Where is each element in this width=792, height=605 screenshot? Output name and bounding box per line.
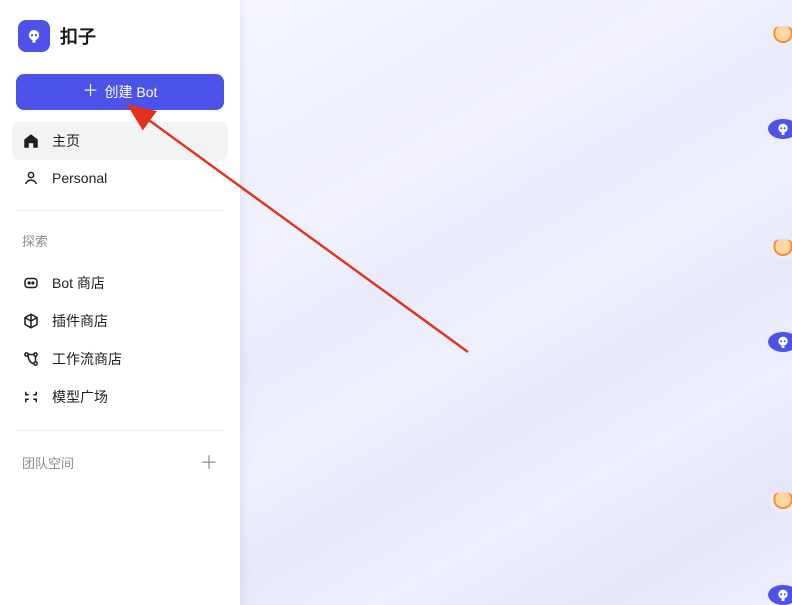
brand-name: 扣子: [60, 23, 96, 49]
nav-primary: 主页 Personal: [12, 122, 228, 196]
plus-icon: ＋: [200, 449, 218, 475]
nav-model-playground-label: 模型广场: [52, 387, 108, 407]
nav-personal[interactable]: Personal: [12, 160, 228, 196]
team-add-button[interactable]: ＋: [198, 451, 220, 473]
avatar-coze[interactable]: [768, 585, 792, 605]
divider: [16, 210, 224, 211]
user-icon: [22, 169, 40, 187]
nav-personal-label: Personal: [52, 170, 107, 186]
avatar-balloon[interactable]: [768, 239, 792, 260]
main-area: [240, 0, 792, 605]
plus-icon: ＋: [83, 84, 99, 100]
nav-bot-store-label: Bot 商店: [52, 273, 105, 293]
sidebar: 扣子 ＋ 创建 Bot 主页 Personal 探索 Bot 商店: [0, 0, 240, 605]
team-space-label: 团队空间: [22, 453, 74, 472]
nav-workflow-store[interactable]: 工作流商店: [12, 340, 228, 378]
avatar-balloon[interactable]: [768, 492, 792, 513]
model-playground-icon: [22, 388, 40, 406]
nav-plugin-store-label: 插件商店: [52, 311, 108, 331]
avatar-rail: [756, 0, 792, 605]
team-space-row: 团队空间 ＋: [12, 445, 228, 479]
divider: [16, 430, 224, 431]
nav-bot-store[interactable]: Bot 商店: [12, 264, 228, 302]
nav-model-playground[interactable]: 模型广场: [12, 378, 228, 416]
workflow-store-icon: [22, 350, 40, 368]
home-icon: [22, 132, 40, 150]
brand-logo-icon: [18, 20, 50, 52]
nav-home[interactable]: 主页: [12, 122, 228, 160]
avatar-balloon[interactable]: [768, 26, 792, 47]
nav-workflow-store-label: 工作流商店: [52, 349, 122, 369]
explore-label: 探索: [12, 225, 228, 260]
nav-plugin-store[interactable]: 插件商店: [12, 302, 228, 340]
plugin-store-icon: [22, 312, 40, 330]
create-bot-button[interactable]: ＋ 创建 Bot: [16, 74, 224, 110]
create-bot-label: 创建 Bot: [105, 82, 158, 102]
brand-block: 扣子: [12, 14, 228, 66]
nav-home-label: 主页: [52, 131, 80, 151]
avatar-coze[interactable]: [768, 332, 792, 353]
explore-section: Bot 商店 插件商店 工作流商店 模型广场: [12, 264, 228, 416]
bot-store-icon: [22, 274, 40, 292]
avatar-coze[interactable]: [768, 119, 792, 140]
